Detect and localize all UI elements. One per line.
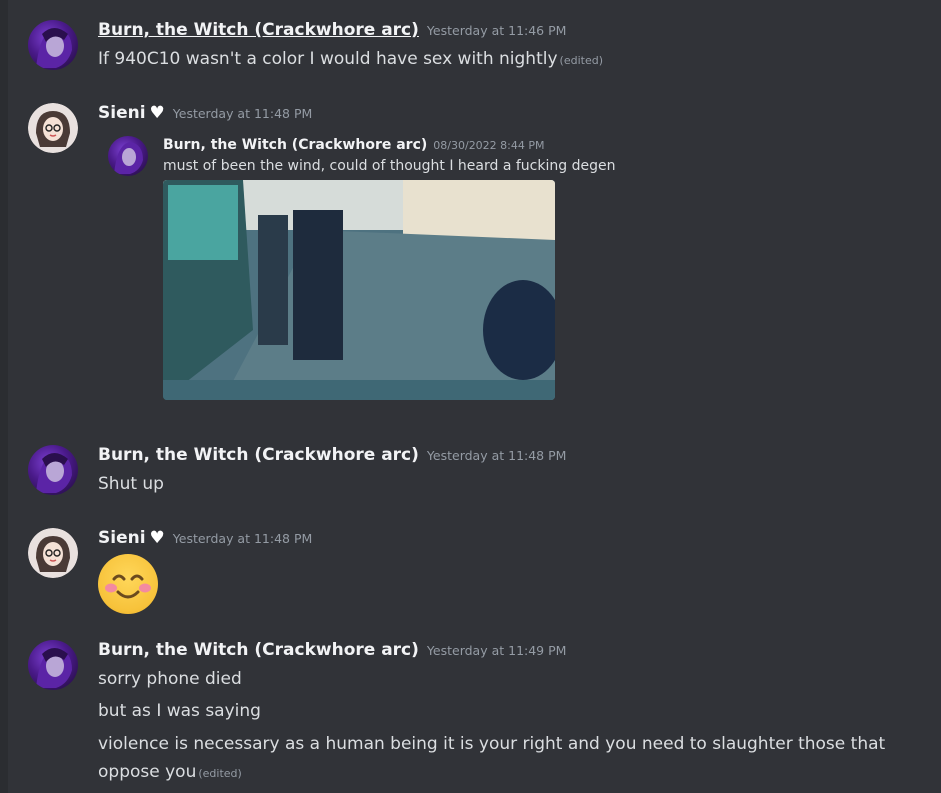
message-line: sorry phone died [98, 669, 242, 689]
left-rail [0, 0, 8, 793]
avatar-art [36, 648, 72, 688]
timestamp: Yesterday at 11:48 PM [172, 106, 313, 121]
username-text[interactable]: Sieni [98, 103, 146, 123]
username[interactable]: Burn, the Witch (Crackwhore arc) Yesterda… [98, 445, 566, 465]
timestamp: Yesterday at 11:49 PM [426, 643, 567, 658]
timestamp: Yesterday at 11:48 PM [426, 448, 567, 463]
heart-icon: ♥ [149, 528, 165, 548]
username-text[interactable]: Burn, the Witch (Crackwhore arc) [98, 445, 419, 465]
emoji-art [105, 574, 151, 599]
forwarded-timestamp: 08/30/2022 8:44 PM [433, 139, 545, 152]
avatar[interactable] [28, 103, 78, 153]
forwarded-avatar[interactable] [108, 136, 148, 176]
avatar-art [36, 28, 72, 68]
message-line: violence is necessary as a human being i… [98, 734, 886, 754]
avatar-art [114, 142, 143, 174]
image-content [163, 180, 555, 400]
forwarded-text: must of been the wind, could of thought … [163, 158, 616, 174]
forwarded-image[interactable] [163, 180, 555, 400]
forwarded-username-text[interactable]: Burn, the Witch (Crackwhore arc) [163, 137, 427, 153]
message-text: Shut up [98, 474, 164, 494]
edited-label: (edited) [559, 54, 603, 67]
username[interactable]: Burn, the Witch (Crackwhore arc) Yesterda… [98, 20, 566, 40]
message-line: but as I was saying [98, 701, 261, 721]
timestamp: Yesterday at 11:48 PM [172, 531, 313, 546]
message-text: If 940C10 wasn't a color I would have se… [98, 49, 603, 69]
avatar[interactable] [28, 445, 78, 495]
edited-label: (edited) [198, 767, 242, 780]
avatar-art [28, 528, 78, 578]
message-line-text: oppose you [98, 762, 197, 782]
message-line: If 940C10 wasn't a color I would have se… [98, 49, 558, 69]
forwarded-username[interactable]: Burn, the Witch (Crackwhore arc) 08/30/20… [163, 137, 545, 153]
username[interactable]: Burn, the Witch (Crackwhore arc) Yesterda… [98, 640, 566, 660]
timestamp: Yesterday at 11:46 PM [426, 23, 567, 38]
username-text[interactable]: Sieni [98, 528, 146, 548]
heart-icon: ♥ [149, 103, 165, 123]
message-line: oppose you (edited) [98, 762, 242, 782]
username-text[interactable]: Burn, the Witch (Crackwhore arc) [98, 640, 419, 660]
avatar-art [36, 453, 72, 493]
username[interactable]: Sieni ♥ Yesterday at 11:48 PM [98, 528, 312, 548]
avatar[interactable] [28, 20, 78, 70]
avatar[interactable] [28, 528, 78, 578]
avatar-art [28, 103, 78, 153]
avatar[interactable] [28, 640, 78, 690]
username-text[interactable]: Burn, the Witch (Crackwhore arc) [98, 20, 419, 40]
username[interactable]: Sieni ♥ Yesterday at 11:48 PM [98, 103, 312, 123]
smiling-face-emoji [98, 554, 158, 614]
